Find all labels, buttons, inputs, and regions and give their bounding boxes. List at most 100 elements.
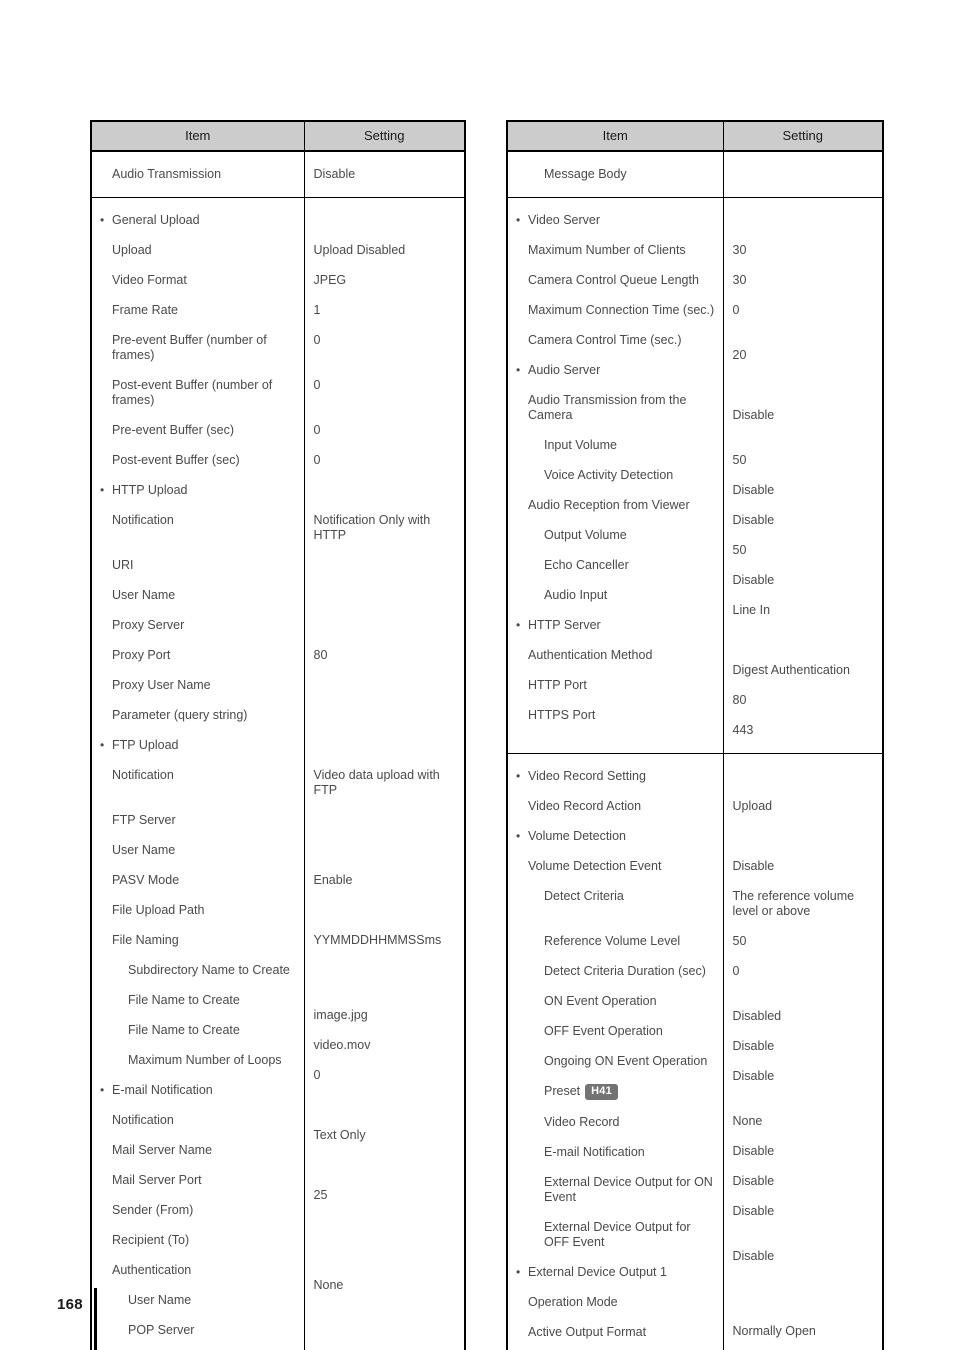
table-row-item-label: File Naming: [92, 933, 304, 948]
row-gap: [92, 408, 304, 423]
item-text: Video Record Action: [528, 799, 642, 813]
item-text: External Device Output for ON Event: [544, 1175, 717, 1204]
table-row-item-label: Parameter (query string): [92, 708, 304, 723]
row-gap: [92, 543, 304, 558]
row-gap: [508, 1205, 723, 1220]
table-row-setting-value: [305, 963, 465, 978]
row-gap: [724, 1234, 883, 1249]
table-row-setting-value: 0: [313, 423, 321, 437]
item-text: Post-event Buffer (number of frames): [112, 378, 276, 407]
table-row-item-label: URI: [92, 558, 304, 573]
row-gap: [92, 723, 304, 738]
item-text: ON Event Operation: [544, 994, 657, 1008]
block-bottom-pad: [508, 723, 723, 738]
table-row-setting-value: Disable: [732, 483, 775, 497]
row-gap: [305, 288, 465, 303]
row-gap: [92, 1128, 304, 1143]
table-block: Message Body: [507, 151, 883, 198]
row-gap: [305, 603, 465, 618]
table-row-item-label: External Device Output 1: [508, 1265, 723, 1280]
table-row-setting-value: [724, 829, 883, 844]
table-row-setting-value: [305, 213, 465, 228]
item-text: HTTP Port: [528, 678, 587, 692]
table-row-item-label: Notification: [92, 1113, 304, 1128]
item-text: External Device Output for OFF Event: [544, 1220, 695, 1249]
item-text: HTTPS Port: [528, 708, 596, 722]
table-row-item-label: Pre-event Buffer (sec): [92, 423, 304, 438]
table-row-item-label: Voice Activity Detection: [508, 468, 723, 483]
table-row-setting-value: Line In: [732, 603, 771, 617]
row-gap: [92, 363, 304, 378]
table-row-item-label: Active Output Format: [508, 1325, 723, 1340]
row-gap: [508, 288, 723, 303]
table-block: Audio Transmission Disable: [91, 151, 465, 198]
preset-reference-badge: H41: [585, 1084, 618, 1100]
row-gap: [92, 1248, 304, 1263]
table-row-setting-value: 0: [313, 378, 321, 392]
row-gap: [724, 1054, 883, 1069]
row-gap: [724, 708, 883, 723]
row-gap: [724, 1339, 883, 1350]
table-row-setting-value: [724, 378, 883, 393]
row-gap: [508, 1160, 723, 1175]
block-top-pad: [305, 152, 465, 167]
table-row-item-label: Video Record: [508, 1115, 723, 1130]
table-row-setting-value: Upload Disabled: [313, 243, 406, 257]
item-text: Proxy Server: [112, 618, 185, 632]
row-gap: [305, 1323, 465, 1338]
row-gap: [724, 814, 883, 829]
table-row-setting-value: Upload: [732, 799, 773, 813]
footer-rule: [94, 1288, 97, 1350]
table-row-item-label: Maximum Number of Clients: [508, 243, 723, 258]
table-block: Video Record Setting Video Record Action V…: [507, 753, 883, 1350]
row-gap: [305, 1053, 465, 1068]
row-gap: [508, 979, 723, 994]
row-gap: [92, 888, 304, 903]
row-gap: [92, 498, 304, 513]
table-row-item-label: Proxy Server: [92, 618, 304, 633]
item-text: Proxy Port: [112, 648, 171, 662]
row-gap: [508, 573, 723, 588]
table-row-item-label: Video Record Setting: [508, 769, 723, 784]
item-text: Detect Criteria Duration (sec): [544, 964, 706, 978]
row-gap: [92, 828, 304, 843]
item-text: OFF Event Operation: [544, 1024, 663, 1038]
row-gap: [508, 1340, 723, 1350]
table-row-setting-value: Disable: [732, 1039, 775, 1053]
table-row-setting-value: None: [732, 1114, 763, 1128]
table-row-setting-value: Disable: [732, 1249, 775, 1263]
row-gap: [305, 543, 465, 558]
table-row-item-label: Output Volume: [508, 528, 723, 543]
item-column-cell: Audio Transmission: [91, 151, 305, 198]
item-text: Volume Detection: [528, 829, 626, 843]
table-row-item-label: Audio Input: [508, 588, 723, 603]
table-row-item-label: Sender (From): [92, 1203, 304, 1218]
row-gap: [92, 858, 304, 873]
table-row-item-label: Notification: [92, 513, 304, 528]
table-row-setting-value: [305, 1158, 465, 1173]
table-row-setting-value: Disabled: [732, 1009, 782, 1023]
item-text: Notification: [112, 513, 174, 527]
table-row-item-label: E-mail Notification: [508, 1145, 723, 1160]
table-row-item-label: Pre-event Buffer (number of frames): [92, 333, 304, 363]
table-row-item-label: Audio Server: [508, 363, 723, 378]
item-text: Mail Server Port: [112, 1173, 202, 1187]
row-gap: [724, 228, 883, 243]
block-bottom-pad: [508, 182, 723, 197]
row-gap: [305, 363, 465, 378]
item-text: Ongoing ON Event Operation: [544, 1054, 708, 1068]
table-row-item-label: Notification: [92, 768, 304, 783]
table-row-item-label: Echo Canceller: [508, 558, 723, 573]
row-gap: [724, 1129, 883, 1144]
table-row-item-label: Video Format: [92, 273, 304, 288]
item-text: Operation Mode: [528, 1295, 618, 1309]
table-row-item-label: Upload: [92, 243, 304, 258]
item-text: Audio Reception from Viewer: [528, 498, 690, 512]
row-gap: [508, 543, 723, 558]
row-gap: [508, 1310, 723, 1325]
table-row-item-label: Audio Transmission from the Camera: [508, 393, 723, 423]
table-row-setting-value: [724, 633, 883, 648]
table-row-setting-value: [724, 769, 883, 784]
